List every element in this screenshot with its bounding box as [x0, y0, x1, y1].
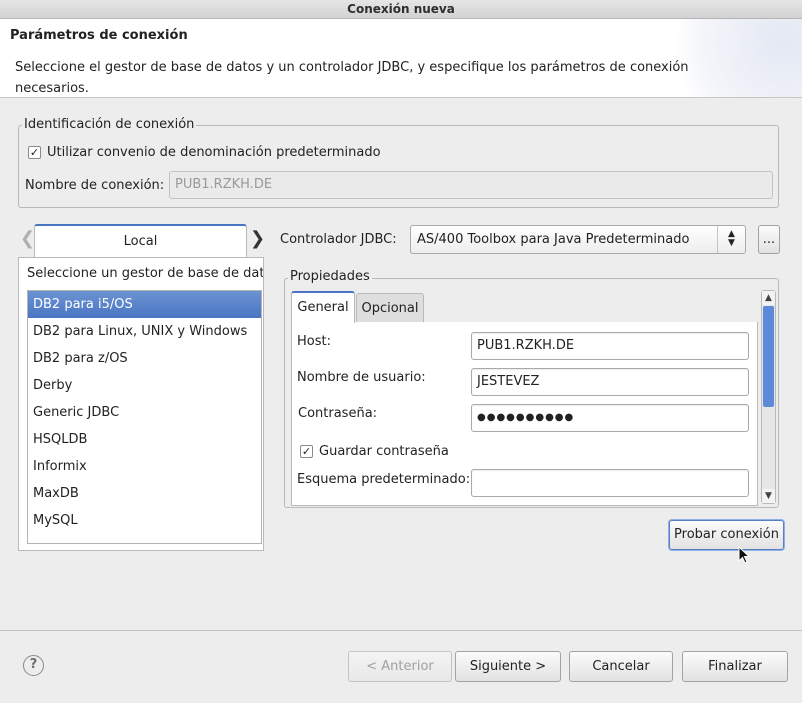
username-label: Nombre de usuario:: [297, 370, 426, 385]
back-button[interactable]: < Anterior: [348, 651, 452, 682]
tab-local[interactable]: Local: [34, 224, 247, 258]
connection-name-field[interactable]: PUB1.RZKH.DE: [169, 171, 773, 199]
chevron-left-icon[interactable]: ❮: [20, 230, 35, 248]
wizard-banner: Parámetros de conexión Seleccione el ges…: [0, 19, 802, 98]
jdbc-driver-label: Controlador JDBC:: [280, 232, 397, 247]
password-field[interactable]: ●●●●●●●●●●: [471, 404, 749, 432]
banner-title: Parámetros de conexión: [10, 28, 188, 43]
test-connection-button[interactable]: Probar conexión: [669, 520, 784, 550]
username-field[interactable]: JESTEVEZ: [471, 368, 749, 396]
footer-separator: [0, 630, 802, 631]
mouse-pointer-icon: [738, 546, 750, 564]
properties-scrollbar[interactable]: ▲ ▼: [761, 290, 776, 504]
next-button[interactable]: Siguiente >: [455, 651, 561, 682]
default-schema-field[interactable]: [471, 469, 749, 497]
window-title: Conexión nueva: [0, 0, 802, 19]
updown-chevron-icon: ▲ ▼: [717, 226, 745, 253]
list-item[interactable]: Generic JDBC: [28, 399, 261, 426]
identification-legend: Identificación de conexión: [22, 117, 197, 132]
host-field[interactable]: PUB1.RZKH.DE: [471, 332, 749, 360]
scrollbar-thumb[interactable]: [763, 306, 774, 407]
finish-button[interactable]: Finalizar: [682, 651, 788, 682]
list-item[interactable]: DB2 para Linux, UNIX y Windows: [28, 318, 261, 345]
jdbc-browse-button[interactable]: ...: [758, 225, 780, 254]
cancel-button[interactable]: Cancelar: [569, 651, 673, 682]
list-item[interactable]: MySQL: [28, 507, 261, 534]
list-item[interactable]: DB2 para z/OS: [28, 345, 261, 372]
tab-general[interactable]: General: [291, 291, 355, 323]
database-manager-panel: Seleccione un gestor de base de datos DB…: [18, 257, 264, 551]
list-item[interactable]: DB2 para i5/OS: [28, 291, 261, 318]
default-naming-label: Utilizar convenio de denominación predet…: [47, 145, 381, 160]
jdbc-driver-select[interactable]: AS/400 Toolbox para Java Predeterminado …: [410, 225, 746, 254]
tab-optional[interactable]: Opcional: [356, 293, 424, 322]
help-icon[interactable]: ?: [23, 655, 44, 676]
connection-name-label: Nombre de conexión:: [25, 178, 165, 193]
list-item[interactable]: HSQLDB: [28, 426, 261, 453]
save-password-label: Guardar contraseña: [319, 444, 449, 459]
database-manager-list[interactable]: DB2 para i5/OS DB2 para Linux, UNIX y Wi…: [27, 290, 262, 544]
save-password-checkbox[interactable]: ✓: [300, 445, 313, 458]
list-item[interactable]: Informix: [28, 453, 261, 480]
list-item[interactable]: MaxDB: [28, 480, 261, 507]
default-naming-checkbox[interactable]: ✓: [28, 146, 41, 159]
scroll-up-icon[interactable]: ▲: [762, 291, 775, 305]
database-manager-header: Seleccione un gestor de base de datos: [27, 266, 263, 281]
chevron-right-icon[interactable]: ❯: [250, 230, 265, 248]
banner-description: Seleccione el gestor de base de datos y …: [15, 60, 689, 96]
list-item[interactable]: Derby: [28, 372, 261, 399]
jdbc-driver-value: AS/400 Toolbox para Java Predeterminado: [417, 232, 690, 247]
properties-legend: Propiedades: [288, 269, 372, 284]
host-label: Host:: [297, 334, 331, 349]
password-label: Contraseña:: [298, 406, 378, 421]
scroll-down-icon[interactable]: ▼: [762, 489, 775, 503]
default-schema-label: Esquema predeterminado:: [297, 472, 471, 487]
